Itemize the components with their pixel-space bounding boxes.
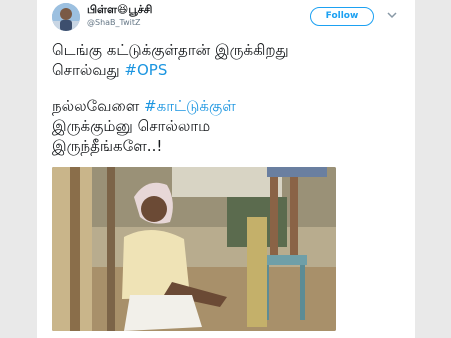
tweet-line-text: இருக்கும்னு சொல்லாம bbox=[52, 117, 211, 135]
tweet-line-text: இருந்தீங்களே..! bbox=[52, 137, 163, 155]
tweet-line-text: சொல்வது bbox=[52, 61, 125, 79]
tweet-line: நல்லவேளை #காட்டுக்குள் bbox=[52, 96, 412, 116]
author-name[interactable]: பிள்ள😆பூச்சி bbox=[87, 3, 152, 18]
tweet-line: டெங்கு கட்டுக்குள்தான் இருக்கிறது bbox=[52, 40, 412, 60]
follow-button[interactable]: Follow bbox=[310, 7, 374, 26]
avatar[interactable] bbox=[52, 3, 80, 31]
hashtag-link[interactable]: #காட்டுக்குள் bbox=[144, 97, 236, 115]
tweet-line-text: நல்லவேளை bbox=[52, 97, 145, 115]
tweet-line: இருக்கும்னு சொல்லாம bbox=[52, 116, 412, 136]
tweet-line: சொல்வது #OPS bbox=[52, 60, 412, 80]
author-handle[interactable]: @ShaB_TwitZ bbox=[87, 18, 140, 27]
tweet-line: இருந்தீங்களே..! bbox=[52, 136, 412, 156]
tweet-text: டெங்கு கட்டுக்குள்தான் இருக்கிறது சொல்வத… bbox=[52, 40, 412, 156]
tweet-media-image[interactable] bbox=[52, 167, 336, 331]
chevron-down-icon[interactable] bbox=[387, 11, 397, 19]
tweet-card: பிள்ள😆பூச்சி @ShaB_TwitZ Follow டெங்கு க… bbox=[37, 0, 415, 338]
tweet-line-text: டெங்கு கட்டுக்குள்தான் இருக்கிறது bbox=[52, 41, 289, 59]
hashtag-link[interactable]: #OPS bbox=[124, 61, 167, 79]
